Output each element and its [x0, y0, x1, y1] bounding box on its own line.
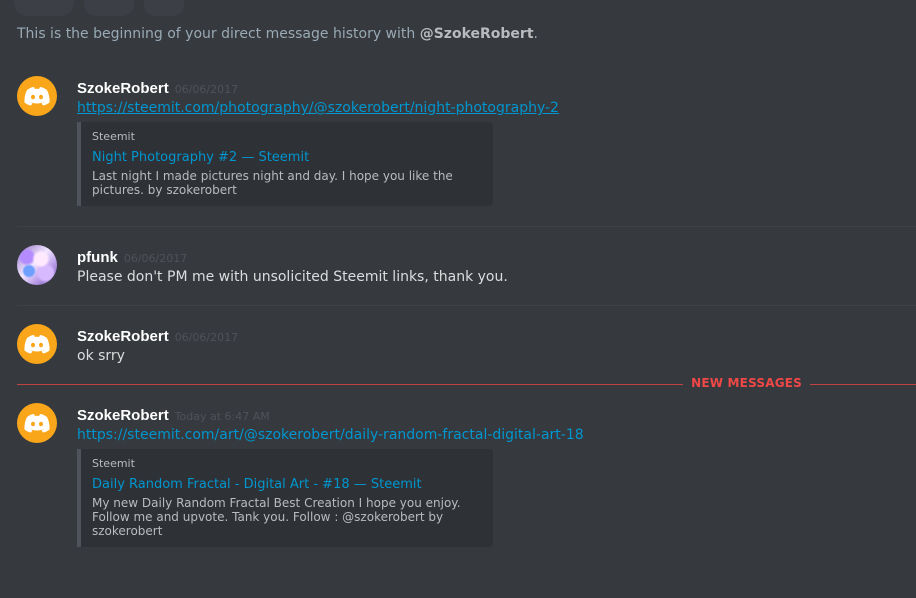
message-text: ok srry: [77, 348, 125, 364]
message-header: SzokeRobert 06/06/2017: [77, 78, 238, 97]
embed-title[interactable]: Daily Random Fractal - Digital Art - #18…: [92, 477, 481, 493]
message-divider: [17, 226, 916, 227]
intro-suffix: .: [533, 26, 538, 42]
username[interactable]: SzokeRobert: [77, 407, 169, 424]
embed-provider[interactable]: Steemit: [92, 130, 481, 144]
intro-text: This is the beginning of your direct mes…: [17, 26, 420, 42]
timestamp: Today at 6:47 AM: [174, 410, 270, 423]
embed-description: My new Daily Random Fractal Best Creatio…: [92, 496, 461, 538]
dm-chat-area: This is the beginning of your direct mes…: [0, 0, 916, 598]
username[interactable]: SzokeRobert: [77, 80, 169, 97]
message-header: SzokeRobert 06/06/2017: [77, 326, 238, 345]
embed-description: Last night I made pictures night and day…: [92, 169, 453, 197]
avatar[interactable]: [17, 76, 57, 116]
discord-logo-icon: [24, 87, 50, 106]
discord-logo-icon: [24, 414, 50, 433]
link-embed: Steemit Night Photography #2 — Steemit L…: [77, 122, 493, 206]
embed-title[interactable]: Night Photography #2 — Steemit: [92, 150, 481, 166]
intro-handle[interactable]: @SzokeRobert: [420, 26, 534, 42]
timestamp: 06/06/2017: [174, 331, 239, 344]
message-link[interactable]: https://steemit.com/art/@szokerobert/dai…: [77, 427, 584, 443]
discord-logo-icon: [24, 335, 50, 354]
timestamp: 06/06/2017: [123, 252, 188, 265]
discord-watermark-icon: [14, 0, 184, 16]
username[interactable]: pfunk: [77, 249, 118, 266]
new-messages-label: NEW MESSAGES: [683, 376, 810, 390]
link-embed: Steemit Daily Random Fractal - Digital A…: [77, 449, 493, 547]
message-link[interactable]: https://steemit.com/photography/@szokero…: [77, 100, 559, 116]
timestamp: 06/06/2017: [174, 83, 239, 96]
username[interactable]: SzokeRobert: [77, 328, 169, 345]
message-header: SzokeRobert Today at 6:47 AM: [77, 405, 270, 424]
avatar[interactable]: [17, 324, 57, 364]
message-text: Please don't PM me with unsolicited Stee…: [77, 269, 508, 285]
avatar[interactable]: [17, 403, 57, 443]
message-divider: [17, 305, 916, 306]
embed-provider[interactable]: Steemit: [92, 457, 481, 471]
dm-history-intro: This is the beginning of your direct mes…: [17, 26, 538, 42]
message-header: pfunk 06/06/2017: [77, 247, 187, 266]
avatar[interactable]: [17, 245, 57, 285]
